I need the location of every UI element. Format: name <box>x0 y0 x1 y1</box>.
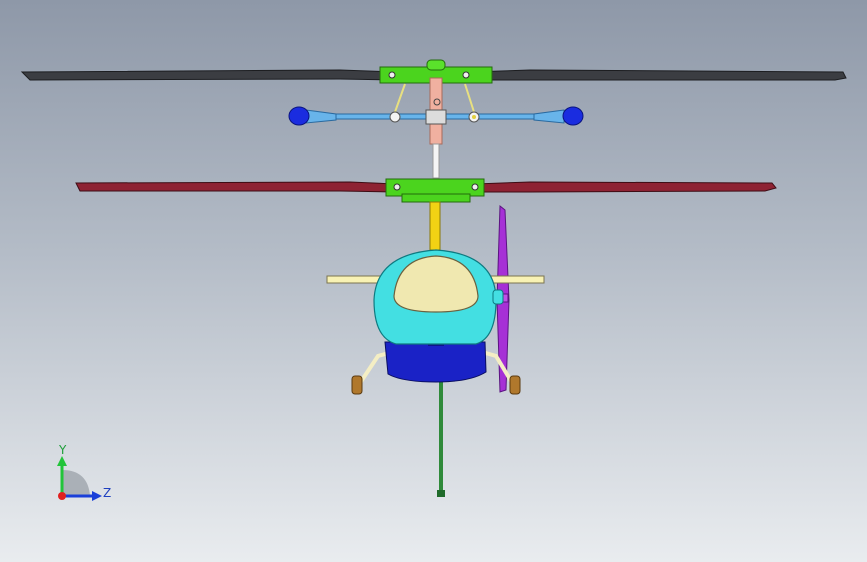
upper-hub-cap <box>426 59 446 71</box>
cad-viewport[interactable]: Y Z <box>0 0 867 562</box>
pitch-link-right <box>464 83 475 113</box>
lower-hub-plate <box>401 193 471 203</box>
triad-y-arrow <box>57 456 67 466</box>
triad-z-arrow <box>92 491 102 501</box>
flybar-joint-left <box>389 111 401 123</box>
flybar-weight-right <box>562 106 584 126</box>
tail-boom-end <box>437 490 445 497</box>
pitch-link-left <box>394 83 406 113</box>
lower-body <box>384 341 487 383</box>
helicopter-model[interactable] <box>0 0 867 562</box>
flybar-taper-right <box>533 109 565 124</box>
tail-boom <box>439 370 443 496</box>
skid-strut-right <box>481 350 516 388</box>
skid-foot-right <box>509 375 521 395</box>
cabin-side-mount <box>492 289 504 305</box>
mast-middle <box>432 143 440 179</box>
flybar-weight-left <box>288 106 310 126</box>
lower-hub-bolt <box>471 183 479 191</box>
lower-rotor-blade-right <box>474 181 777 193</box>
mast-lower <box>429 201 441 251</box>
upper-rotor-blade-left <box>20 69 396 81</box>
triad-plane <box>62 470 90 496</box>
upper-rotor-blade-right <box>469 69 847 81</box>
skid-foot-left <box>351 375 363 395</box>
triad-y-label: Y <box>59 443 67 457</box>
upper-hub-bolt <box>388 71 396 79</box>
flybar-joint-inner <box>472 115 476 119</box>
upper-hub-bolt <box>462 71 470 79</box>
triad-x-origin <box>58 492 66 500</box>
lower-rotor-blade-left <box>75 181 396 193</box>
triad-z-label: Z <box>103 486 112 500</box>
lower-rotor-hub <box>385 178 485 197</box>
flybar-taper-left <box>305 109 337 124</box>
lower-hub-bolt <box>393 183 401 191</box>
flybar-center-block <box>425 109 447 125</box>
